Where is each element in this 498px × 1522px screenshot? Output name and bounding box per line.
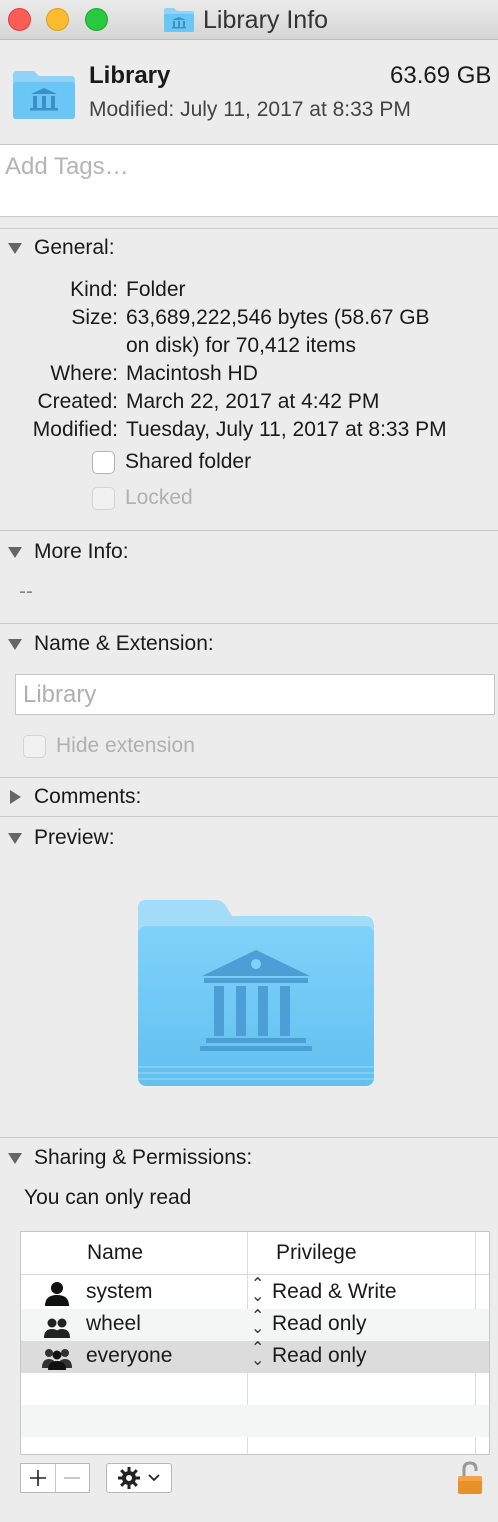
section-more-info[interactable]: More Info: xyxy=(0,537,129,567)
privilege-select[interactable]: Read & Write xyxy=(272,1280,397,1304)
close-button[interactable] xyxy=(8,8,31,31)
group-icon xyxy=(44,1318,70,1338)
library-folder-icon xyxy=(164,8,194,32)
user-name: everyone xyxy=(86,1344,173,1367)
disclosure-triangle-icon xyxy=(8,546,22,558)
info-value: Folder xyxy=(126,278,186,301)
modified-value: July 11, 2017 at 8:33 PM xyxy=(180,98,411,121)
zoom-button[interactable] xyxy=(85,8,108,31)
section-title: General: xyxy=(34,236,115,259)
item-modified: Modified: July 11, 2017 at 8:33 PM xyxy=(89,98,411,122)
section-name-extension[interactable]: Name & Extension: xyxy=(0,629,214,659)
user-name: wheel xyxy=(86,1312,141,1335)
add-user-button[interactable] xyxy=(21,1464,55,1492)
info-value: on disk) for 70,412 items xyxy=(126,334,356,357)
hide-extension-checkbox xyxy=(23,734,46,758)
user-name: system xyxy=(86,1280,153,1303)
info-key: Where: xyxy=(50,362,118,385)
section-sharing-permissions[interactable]: Sharing & Permissions: xyxy=(0,1143,252,1173)
modified-label: Modified: xyxy=(89,98,175,121)
permissions-table: Name Privilege system ⌃ ⌄ Read & Write wh… xyxy=(20,1231,490,1455)
user-icon xyxy=(45,1282,69,1306)
column-header-privilege[interactable]: Privilege xyxy=(276,1241,357,1265)
section-title: Name & Extension: xyxy=(34,632,214,655)
disclosure-triangle-icon xyxy=(8,832,22,844)
tags-field[interactable]: Add Tags… xyxy=(0,144,498,217)
info-value: Tuesday, July 11, 2017 at 8:33 PM xyxy=(126,418,447,441)
shared-folder-checkbox-row[interactable]: Shared folder xyxy=(92,450,251,474)
window-title: Library Info xyxy=(163,6,328,34)
lock-icon[interactable] xyxy=(456,1460,484,1496)
section-comments[interactable]: Comments: xyxy=(0,782,141,812)
column-header-name[interactable]: Name xyxy=(87,1241,143,1265)
section-title: Comments: xyxy=(34,785,142,808)
minus-icon xyxy=(64,1477,81,1479)
shared-folder-label: Shared folder xyxy=(125,450,252,473)
info-key: Created: xyxy=(37,390,118,413)
everyone-icon xyxy=(42,1349,72,1370)
permission-status: You can only read xyxy=(24,1186,192,1209)
gear-icon xyxy=(118,1467,140,1489)
locked-label: Locked xyxy=(125,486,193,509)
hide-extension-checkbox-row: Hide extension xyxy=(23,734,195,758)
chevron-down-icon xyxy=(148,1474,160,1482)
section-title: Preview: xyxy=(34,826,115,849)
info-key: Size: xyxy=(71,306,118,329)
table-row[interactable]: system ⌃ ⌄ Read & Write xyxy=(21,1277,489,1309)
disclosure-triangle-icon xyxy=(9,790,21,804)
library-folder-icon xyxy=(138,900,374,1086)
section-general[interactable]: General: xyxy=(0,233,115,263)
privilege-select[interactable]: Read only xyxy=(272,1312,367,1336)
remove-user-button[interactable] xyxy=(54,1464,90,1492)
disclosure-triangle-icon xyxy=(8,1152,22,1164)
locked-checkbox xyxy=(92,486,115,510)
add-remove-control xyxy=(20,1463,90,1493)
disclosure-triangle-icon xyxy=(8,638,22,650)
locked-checkbox-row: Locked xyxy=(92,486,193,510)
privilege-select[interactable]: Read only xyxy=(272,1344,367,1368)
name-input[interactable]: Library xyxy=(15,674,495,715)
disclosure-triangle-icon xyxy=(8,242,22,254)
action-menu-button[interactable] xyxy=(106,1463,172,1493)
table-header: Name Privilege xyxy=(21,1232,489,1275)
section-title: Sharing & Permissions: xyxy=(34,1146,253,1169)
section-title: More Info: xyxy=(34,540,129,563)
minimize-button[interactable] xyxy=(46,8,69,31)
info-value: Macintosh HD xyxy=(126,362,258,385)
empty-row xyxy=(21,1405,489,1437)
item-size: 63.69 GB xyxy=(390,62,492,89)
info-value: 63,689,222,546 bytes (58.67 GB xyxy=(126,306,430,329)
shared-folder-checkbox[interactable] xyxy=(92,450,115,474)
section-preview[interactable]: Preview: xyxy=(0,823,115,853)
library-folder-icon xyxy=(13,71,75,119)
item-name: Library xyxy=(89,62,171,89)
updown-arrows-icon[interactable]: ⌃ ⌄ xyxy=(251,1309,264,1337)
window-title-text: Library Info xyxy=(203,5,329,34)
info-key: Modified: xyxy=(32,418,118,441)
table-row[interactable]: wheel ⌃ ⌄ Read only xyxy=(21,1309,489,1341)
info-key: Kind: xyxy=(70,278,118,301)
title-bar[interactable]: Library Info xyxy=(0,0,498,40)
more-info-value: -- xyxy=(19,580,33,603)
updown-arrows-icon[interactable]: ⌃ ⌄ xyxy=(251,1277,264,1305)
table-row[interactable]: everyone ⌃ ⌄ Read only xyxy=(21,1341,489,1373)
hide-extension-label: Hide extension xyxy=(56,734,195,757)
plus-icon xyxy=(29,1470,46,1486)
updown-arrows-icon[interactable]: ⌃ ⌄ xyxy=(251,1341,264,1369)
info-value: March 22, 2017 at 4:42 PM xyxy=(126,390,380,413)
